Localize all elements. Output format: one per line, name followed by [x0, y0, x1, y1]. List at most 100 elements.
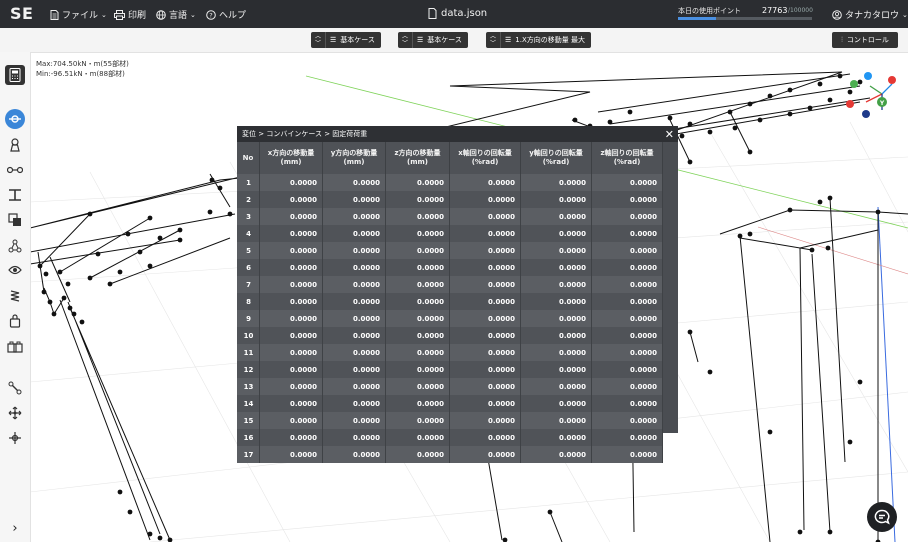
value-cell: 0.0000 [520, 225, 592, 242]
load-case-tool-button[interactable] [5, 336, 25, 356]
structure-node [747, 231, 753, 237]
table-row[interactable]: 13 0.0000 0.0000 0.0000 0.0000 0.0000 0.0000 [237, 378, 663, 395]
table-row[interactable]: 3 0.0000 0.0000 0.0000 0.0000 0.0000 0.0000 [237, 208, 663, 225]
row-number-cell: 4 [237, 225, 260, 242]
table-row[interactable]: 15 0.0000 0.0000 0.0000 0.0000 0.0000 0.0000 [237, 412, 663, 429]
spring-tool-button[interactable] [5, 286, 25, 306]
case-selector-3[interactable]: ︿ ﹀ ☰ 1.X方向の移動量 最大 [486, 32, 591, 48]
value-cell: 0.0000 [385, 242, 450, 259]
table-row[interactable]: 2 0.0000 0.0000 0.0000 0.0000 0.0000 0.0000 [237, 191, 663, 208]
structure-node [687, 159, 693, 165]
expand-sidebar-button[interactable]: › [5, 518, 25, 538]
gizmo-x-pos-handle [888, 76, 896, 84]
chevron-down-icon[interactable]: ﹀ [402, 40, 408, 47]
table-row[interactable]: 4 0.0000 0.0000 0.0000 0.0000 0.0000 0.0000 [237, 225, 663, 242]
value-cell: 0.0000 [591, 361, 663, 378]
chevron-up-icon[interactable]: ︿ [490, 33, 496, 40]
case-toolbar: ︿ ﹀ ☰ 基本ケース ︿ ﹀ ☰ 基本ケース ︿ ﹀ ☰ 1.X方向の移動量 最大 ⫶ コ… [0, 28, 908, 53]
chevron-down-icon[interactable]: ﹀ [490, 40, 496, 47]
eye-icon [8, 265, 22, 275]
case-stepper[interactable]: ︿ ﹀ [486, 32, 501, 48]
case-selector-1[interactable]: ︿ ﹀ ☰ 基本ケース [311, 32, 381, 48]
path-tool-button[interactable] [5, 378, 25, 398]
list-icon: ☰ [330, 36, 337, 44]
value-cell: 0.0000 [520, 191, 592, 208]
structure-node [797, 529, 803, 535]
structure-node [167, 537, 173, 542]
value-cell: 0.0000 [322, 327, 386, 344]
value-cell: 0.0000 [449, 412, 521, 429]
value-cell: 0.0000 [259, 361, 323, 378]
material-tool-button[interactable] [5, 210, 25, 230]
tool-sidebar: › [0, 52, 31, 542]
chat-button[interactable] [867, 502, 897, 532]
move-all-tool-button[interactable] [5, 428, 25, 448]
structure-node [667, 115, 673, 121]
table-row[interactable]: 5 0.0000 0.0000 0.0000 0.0000 0.0000 0.0000 [237, 242, 663, 259]
row-number-cell: 8 [237, 293, 260, 310]
person-icon [10, 138, 20, 152]
chevron-up-icon[interactable]: ︿ [315, 33, 321, 40]
gizmo-z-neg-handle [862, 110, 870, 118]
table-row[interactable]: 12 0.0000 0.0000 0.0000 0.0000 0.0000 0.0000 [237, 361, 663, 378]
structure-node [757, 117, 763, 123]
row-number-cell: 1 [237, 174, 260, 191]
structure-node [787, 207, 793, 213]
value-cell: 0.0000 [591, 327, 663, 344]
menu-language[interactable]: 言語 ⌄ [156, 8, 196, 21]
globe-icon [156, 9, 166, 20]
structure-node [807, 105, 813, 111]
table-row[interactable]: 6 0.0000 0.0000 0.0000 0.0000 0.0000 0.0000 [237, 259, 663, 276]
menu-help[interactable]: ? ヘルプ [206, 8, 246, 21]
value-cell: 0.0000 [520, 446, 592, 463]
structure-node [209, 177, 215, 183]
table-row[interactable]: 1 0.0000 0.0000 0.0000 0.0000 0.0000 0.0000 [237, 174, 663, 191]
gizmo-z-line [881, 83, 893, 95]
structure-node [87, 211, 93, 217]
user-menu[interactable]: タナカタロウ ⌄ [832, 8, 908, 21]
chevron-down-icon[interactable]: ﹀ [315, 40, 321, 47]
panel-tool-button[interactable] [5, 236, 25, 256]
menu-print-label: 印刷 [128, 11, 147, 21]
table-row[interactable]: 7 0.0000 0.0000 0.0000 0.0000 0.0000 0.0000 [237, 276, 663, 293]
value-cell: 0.0000 [259, 378, 323, 395]
node-tool-button[interactable] [5, 109, 25, 129]
chat-icon [874, 509, 890, 525]
calculator-button[interactable] [5, 65, 25, 85]
table-row[interactable]: 16 0.0000 0.0000 0.0000 0.0000 0.0000 0.0000 [237, 429, 663, 446]
case-stepper[interactable]: ︿ ﹀ [398, 32, 413, 48]
value-cell: 0.0000 [591, 276, 663, 293]
load-tool-button[interactable] [5, 311, 25, 331]
support-tool-button[interactable] [5, 135, 25, 155]
table-row[interactable]: 11 0.0000 0.0000 0.0000 0.0000 0.0000 0.0000 [237, 344, 663, 361]
points-value: 27763 [762, 6, 788, 15]
value-cell: 0.0000 [520, 429, 592, 446]
points-progress-fill [678, 17, 716, 20]
table-row[interactable]: 9 0.0000 0.0000 0.0000 0.0000 0.0000 0.0000 [237, 310, 663, 327]
chevron-up-icon[interactable]: ︿ [402, 33, 408, 40]
structure-node [207, 209, 213, 215]
table-row[interactable]: 10 0.0000 0.0000 0.0000 0.0000 0.0000 0.0000 [237, 327, 663, 344]
chevron-down-icon: ⌄ [101, 10, 107, 19]
document-title: data.json [428, 8, 487, 19]
table-row[interactable]: 14 0.0000 0.0000 0.0000 0.0000 0.0000 0.0000 [237, 395, 663, 412]
value-cell: 0.0000 [520, 242, 592, 259]
control-button[interactable]: ⫶ コントロール [832, 32, 898, 48]
value-cell: 0.0000 [520, 361, 592, 378]
section-tool-button[interactable] [5, 185, 25, 205]
menu-print[interactable]: 印刷 [114, 8, 146, 21]
structure-node [157, 235, 163, 241]
app-logo[interactable]: SE [10, 4, 33, 23]
close-icon[interactable]: ✕ [665, 128, 674, 141]
case-selector-2[interactable]: ︿ ﹀ ☰ 基本ケース [398, 32, 468, 48]
value-cell: 0.0000 [520, 310, 592, 327]
value-cell: 0.0000 [322, 446, 386, 463]
move-tool-button[interactable] [5, 403, 25, 423]
print-icon [114, 9, 125, 20]
table-row[interactable]: 8 0.0000 0.0000 0.0000 0.0000 0.0000 0.0000 [237, 293, 663, 310]
case-stepper[interactable]: ︿ ﹀ [311, 32, 326, 48]
table-row[interactable]: 17 0.0000 0.0000 0.0000 0.0000 0.0000 0.0000 [237, 446, 663, 463]
member-tool-button[interactable] [5, 160, 25, 180]
menu-file[interactable]: ファイル ⌄ [50, 8, 107, 21]
view-tool-button[interactable] [5, 260, 25, 280]
